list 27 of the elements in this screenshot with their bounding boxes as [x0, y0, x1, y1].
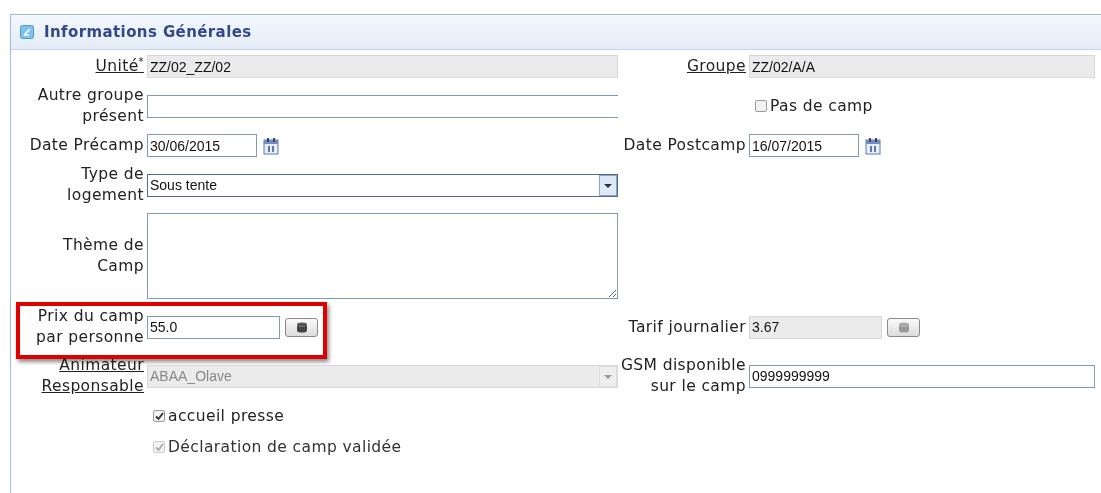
field-label: Tarif journalier [627, 316, 746, 338]
text-area[interactable] [147, 213, 618, 299]
date-field[interactable]: 30/06/2015 [147, 134, 257, 157]
date-field[interactable]: 16/07/2015 [749, 134, 859, 157]
checkbox[interactable] [153, 410, 165, 422]
calendar-icon[interactable] [263, 136, 279, 155]
panel-title: Informations Générales [44, 23, 252, 41]
calendar-icon[interactable] [865, 136, 881, 155]
text-field[interactable] [147, 94, 618, 118]
checkbox-label: accueil presse [168, 406, 285, 427]
checkbox-label: Pas de camp [770, 96, 873, 117]
field-label: GSM disponible sur le camp [619, 355, 746, 397]
text-field[interactable]: 0999999999 [749, 364, 1095, 388]
database-button[interactable] [285, 317, 318, 337]
field-label: Prix du camp par personne [35, 306, 144, 348]
field-label: Date Postcamp [622, 135, 746, 156]
field-label: Date Précamp [28, 135, 144, 156]
field-label: Thème de Camp [62, 235, 144, 277]
field-label: Autre groupe présent [36, 85, 144, 127]
database-icon [296, 321, 307, 333]
checkbox[interactable] [755, 100, 767, 112]
field-label: Type de logement [66, 164, 144, 206]
number-field[interactable]: 55.0 [147, 315, 280, 339]
collapse-icon[interactable] [20, 25, 34, 39]
checkbox-label: Déclaration de camp validée [168, 437, 402, 458]
dropdown[interactable]: Sous tente [147, 173, 618, 197]
database-icon [898, 321, 909, 333]
